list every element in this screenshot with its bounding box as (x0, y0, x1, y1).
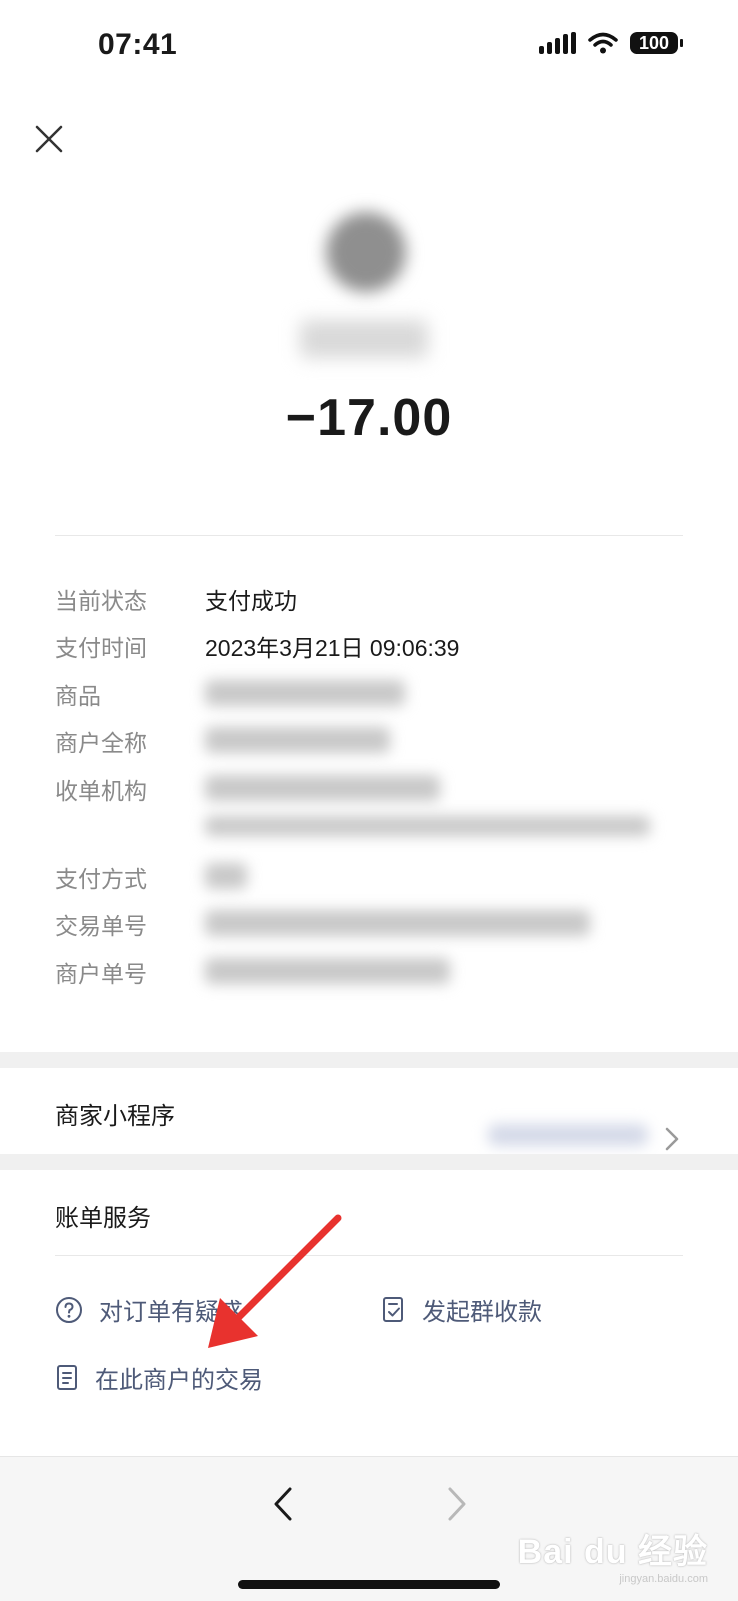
pay-method-label: 支付方式 (55, 866, 147, 892)
merchant-avatar (326, 212, 406, 292)
acquirer-value-redacted-line2 (205, 816, 650, 836)
acquirer-label: 收单机构 (55, 778, 147, 804)
merchant-order-no-redacted (205, 958, 450, 984)
merchant-name-redacted (300, 320, 428, 358)
payment-amount: −17.00 (285, 389, 453, 447)
status-value: 支付成功 (205, 588, 297, 614)
home-indicator[interactable] (238, 1580, 500, 1589)
status-label: 当前状态 (55, 588, 147, 614)
document-check-icon (383, 1296, 403, 1322)
merchant-fullname-redacted (205, 727, 390, 753)
group-collect-label: 发起群收款 (422, 1299, 542, 1326)
wifi-icon (588, 32, 618, 54)
divider (55, 535, 683, 536)
document-list-icon (57, 1364, 77, 1390)
pay-time-label: 支付时间 (55, 635, 147, 661)
transaction-no-label: 交易单号 (55, 913, 147, 939)
question-circle-icon (56, 1296, 82, 1323)
bill-services-title: 账单服务 (55, 1205, 151, 1232)
back-chevron-icon[interactable] (268, 1484, 298, 1524)
transaction-no-redacted (205, 910, 590, 936)
mini-program-value-redacted (488, 1124, 648, 1146)
group-collect-button[interactable]: 发起群收款 (382, 1292, 542, 1327)
status-icons: 100 (539, 32, 683, 54)
pay-time-value: 2023年3月21日 09:06:39 (205, 635, 460, 661)
merchant-trades-button[interactable]: 在此商户的交易 (55, 1360, 263, 1395)
cellular-signal-icon (539, 32, 576, 54)
baidu-watermark-logo: Bai du 经验 jingyan.baidu.com (517, 1533, 708, 1585)
battery-icon: 100 (630, 32, 683, 54)
close-icon[interactable] (34, 124, 64, 154)
annotation-arrow-icon (208, 1214, 342, 1348)
divider (55, 1255, 683, 1256)
chevron-right-icon (665, 1127, 679, 1151)
goods-label: 商品 (55, 683, 101, 709)
merchant-trades-label: 在此商户的交易 (95, 1367, 263, 1394)
merchant-fullname-label: 商户全称 (55, 730, 147, 756)
section-gap (0, 1154, 738, 1170)
pay-method-redacted (205, 863, 247, 889)
acquirer-value-redacted (205, 775, 440, 801)
merchant-order-no-label: 商户单号 (55, 961, 147, 987)
goods-value-redacted (205, 680, 405, 706)
status-time: 07:41 (98, 28, 178, 61)
section-gap (0, 1052, 738, 1068)
forward-chevron-icon[interactable] (442, 1484, 472, 1524)
mini-program-label: 商家小程序 (55, 1103, 175, 1130)
